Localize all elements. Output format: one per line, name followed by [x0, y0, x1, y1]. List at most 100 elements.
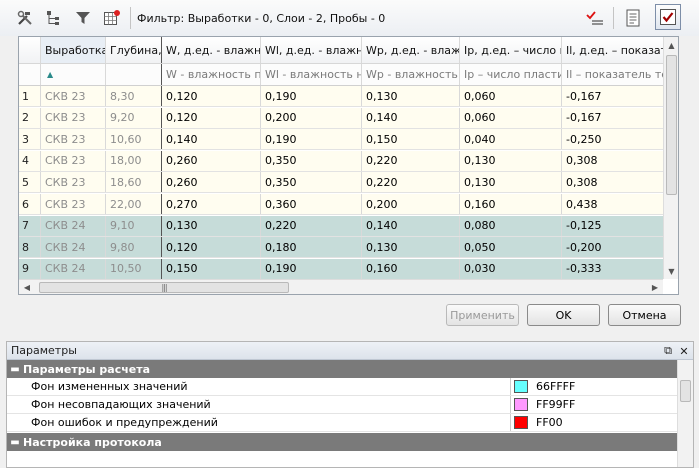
il-cell[interactable]: -0,167 [562, 86, 663, 106]
sort-ascending-icon[interactable]: ▲ [47, 70, 53, 79]
row-number[interactable]: 1 [19, 86, 41, 106]
horizontal-scroll-thumb[interactable]: ||| [39, 282, 289, 293]
table-row[interactable]: 5 СКВ 23 18,60 0,260 0,350 0,220 0,130 0,308 [19, 172, 663, 194]
collapse-icon[interactable]: ▬ [10, 437, 19, 448]
row-number[interactable]: 3 [19, 129, 41, 150]
well-cell[interactable]: СКВ 24 [41, 237, 106, 258]
ip-cell[interactable]: 0,080 [460, 215, 562, 236]
wl-cell[interactable]: 0,220 [261, 215, 362, 236]
tools-button[interactable] [14, 7, 36, 29]
wl-cell[interactable]: 0,190 [261, 129, 362, 150]
table-row[interactable]: 3 СКВ 23 10,60 0,140 0,190 0,150 0,040 -0,250 [19, 129, 663, 151]
grid-horizontal-scrollbar[interactable]: ◀ ||| ▶ [19, 279, 663, 294]
w-cell[interactable]: 0,270 [162, 194, 261, 214]
header-wl[interactable]: Wl, д.ед. - влажность [261, 37, 362, 63]
wp-cell[interactable]: 0,160 [362, 258, 460, 279]
tree-button[interactable] [43, 7, 65, 29]
well-cell[interactable]: СКВ 24 [41, 258, 106, 279]
header-w[interactable]: W, д.ед. - влажность [162, 37, 261, 63]
il-cell[interactable]: -0,333 [562, 258, 663, 279]
apply-button[interactable]: Применить [446, 304, 519, 326]
table-row[interactable]: 1 СКВ 23 8,30 0,120 0,190 0,130 0,060 -0,167 [19, 86, 663, 107]
prop-error-bg[interactable]: Фон ошибок и предупреждений FF00 [7, 414, 677, 432]
table-row[interactable]: 6 СКВ 23 22,00 0,270 0,360 0,200 0,160 0,438 [19, 194, 663, 215]
row-number[interactable]: 4 [19, 150, 41, 171]
row-number[interactable]: 6 [19, 194, 41, 214]
wp-cell[interactable]: 0,140 [362, 215, 460, 236]
wl-cell[interactable]: 0,190 [261, 258, 362, 279]
params-vertical-scrollbar[interactable] [677, 360, 693, 467]
w-cell[interactable]: 0,150 [162, 258, 261, 279]
close-icon[interactable]: ✕ [677, 344, 691, 358]
il-cell[interactable]: 0,438 [562, 194, 663, 214]
row-number[interactable]: 5 [19, 172, 41, 193]
header-depth[interactable]: Глубина, м [106, 37, 162, 63]
ip-cell[interactable]: 0,060 [460, 107, 562, 128]
collapse-icon[interactable]: ▬ [10, 364, 19, 375]
wp-cell[interactable]: 0,220 [362, 150, 460, 171]
w-cell[interactable]: 0,260 [162, 150, 261, 171]
wl-cell[interactable]: 0,350 [261, 150, 362, 171]
w-cell[interactable]: 0,140 [162, 129, 261, 150]
grid-vertical-scrollbar[interactable]: ▲ ▼ [663, 37, 678, 279]
cancel-button[interactable]: Отмена [608, 304, 681, 326]
depth-cell[interactable]: 8,30 [106, 86, 162, 106]
scroll-right-icon[interactable]: ▶ [647, 280, 663, 294]
ip-cell[interactable]: 0,030 [460, 258, 562, 279]
well-cell[interactable]: СКВ 24 [41, 215, 106, 236]
well-cell[interactable]: СКВ 23 [41, 107, 106, 128]
validate-button[interactable] [583, 6, 607, 30]
ip-cell[interactable]: 0,160 [460, 194, 562, 214]
depth-cell[interactable]: 18,60 [106, 172, 162, 193]
depth-cell[interactable]: 9,10 [106, 215, 162, 236]
params-scroll-thumb[interactable] [680, 380, 691, 402]
ip-cell[interactable]: 0,040 [460, 129, 562, 150]
il-cell[interactable]: -0,250 [562, 129, 663, 150]
w-cell[interactable]: 0,120 [162, 86, 261, 106]
well-cell[interactable]: СКВ 23 [41, 86, 106, 106]
wl-cell[interactable]: 0,190 [261, 86, 362, 106]
w-cell[interactable]: 0,120 [162, 237, 261, 258]
depth-cell[interactable]: 9,80 [106, 237, 162, 258]
header-il[interactable]: Il, д.ед. – показатель [562, 37, 663, 63]
wl-cell[interactable]: 0,360 [261, 194, 362, 214]
ip-cell[interactable]: 0,130 [460, 172, 562, 193]
apply-check-button[interactable] [654, 4, 682, 30]
il-cell[interactable]: 0,308 [562, 172, 663, 193]
row-number[interactable]: 7 [19, 215, 41, 236]
il-cell[interactable]: -0,167 [562, 107, 663, 128]
wl-cell[interactable]: 0,200 [261, 107, 362, 128]
category-protocol-settings[interactable]: ▬ Настройка протокола [7, 433, 677, 451]
header-ip[interactable]: Ip, д.ед. – число пл [460, 37, 562, 63]
wp-cell[interactable]: 0,130 [362, 237, 460, 258]
filter-button[interactable] [72, 7, 94, 29]
row-number[interactable]: 2 [19, 107, 41, 128]
scroll-up-icon[interactable]: ▲ [664, 37, 678, 53]
prop-mismatch-bg[interactable]: Фон несовпадающих значений FF99FF [7, 396, 677, 414]
ip-cell[interactable]: 0,060 [460, 86, 562, 106]
header-wp[interactable]: Wp, д.ед. - влажность [362, 37, 460, 63]
wp-cell[interactable]: 0,150 [362, 129, 460, 150]
wp-cell[interactable]: 0,220 [362, 172, 460, 193]
grid-settings-button[interactable] [101, 7, 123, 29]
wp-cell[interactable]: 0,130 [362, 86, 460, 106]
table-row[interactable]: 9 СКВ 24 10,50 0,150 0,190 0,160 0,030 -0,333 [19, 258, 663, 280]
scroll-left-icon[interactable]: ◀ [19, 280, 35, 294]
wl-cell[interactable]: 0,180 [261, 237, 362, 258]
ip-cell[interactable]: 0,130 [460, 150, 562, 171]
vertical-scroll-thumb[interactable] [666, 55, 677, 195]
wp-cell[interactable]: 0,200 [362, 194, 460, 214]
well-cell[interactable]: СКВ 23 [41, 150, 106, 171]
wp-cell[interactable]: 0,140 [362, 107, 460, 128]
ok-button[interactable]: OK [527, 304, 600, 326]
table-row[interactable]: 4 СКВ 23 18,00 0,260 0,350 0,220 0,130 0,308 [19, 150, 663, 172]
il-cell[interactable]: -0,125 [562, 215, 663, 236]
il-cell[interactable]: 0,308 [562, 150, 663, 171]
w-cell[interactable]: 0,130 [162, 215, 261, 236]
depth-cell[interactable]: 9,20 [106, 107, 162, 128]
wl-cell[interactable]: 0,350 [261, 172, 362, 193]
ip-cell[interactable]: 0,050 [460, 237, 562, 258]
scroll-down-icon[interactable]: ▼ [664, 263, 678, 279]
report-button[interactable] [622, 6, 644, 30]
depth-cell[interactable]: 10,60 [106, 129, 162, 150]
